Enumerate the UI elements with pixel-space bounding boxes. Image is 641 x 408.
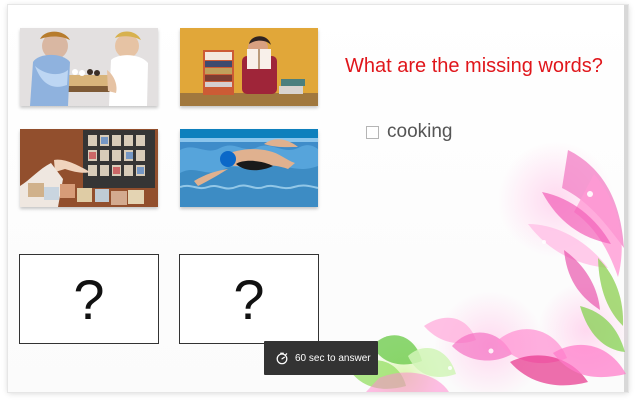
answer-timer: 60 sec to answer <box>264 341 378 375</box>
swimming-photo <box>180 129 318 207</box>
stopwatch-icon <box>276 352 288 365</box>
answer-option-cooking[interactable]: cooking <box>366 121 453 143</box>
question-title: What are the missing words? <box>345 55 603 77</box>
answer-checkbox[interactable] <box>366 125 379 139</box>
stamp-collection-photo <box>20 129 158 207</box>
reading-photo <box>180 28 318 106</box>
missing-word-card-1: ? <box>19 254 159 344</box>
answer-label: cooking <box>387 121 453 142</box>
chess-photo <box>20 28 158 106</box>
timer-text: 60 sec to answer <box>295 352 371 364</box>
flower-decoration <box>351 142 628 392</box>
missing-word-card-2: ? <box>179 254 319 344</box>
quiz-slide: ? ? What are the missing words? cooking … <box>8 5 628 392</box>
